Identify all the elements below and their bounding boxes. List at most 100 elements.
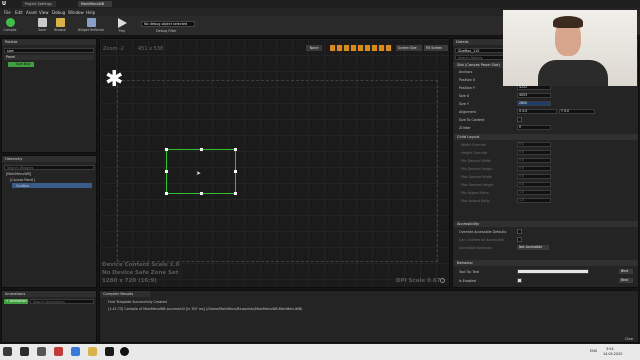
palette-item-size-box[interactable]: Size Box xyxy=(8,62,34,67)
animation-search-input[interactable]: Search Animations xyxy=(30,299,94,304)
size-y-field[interactable]: 2800 xyxy=(517,101,551,106)
details-title: Details xyxy=(456,40,469,44)
menu-help[interactable]: Help xyxy=(86,10,95,15)
resize-handle[interactable] xyxy=(234,170,237,173)
taskbar-lang[interactable]: ENG xyxy=(590,349,597,353)
compiler-results-tab[interactable]: Compiler Results xyxy=(100,291,150,297)
slot-header: Slot (Canvas Panel Slot) xyxy=(457,63,500,67)
menu-edit[interactable]: Edit xyxy=(15,10,23,15)
menu-file[interactable]: File xyxy=(4,10,11,15)
task-view-icon[interactable] xyxy=(20,347,29,356)
behavior-header: Behavior xyxy=(457,261,473,265)
is-enabled-bind-button[interactable]: Bind xyxy=(619,278,633,283)
override-accessible-label: Override Accessible Defaults xyxy=(459,230,507,234)
accessible-behavior-select[interactable]: Not Accessible xyxy=(517,245,549,250)
app-icon[interactable] xyxy=(105,347,114,356)
hierarchy-item-sizebox[interactable]: SizeBox xyxy=(12,183,92,188)
designer-tool-buttons[interactable] xyxy=(330,45,392,51)
hierarchy-panel: Hierarchy Search Widgets [MainMenuWB] [C… xyxy=(1,155,97,288)
max-desired-width-field[interactable]: 0.0 xyxy=(517,174,551,179)
debug-object-select[interactable]: No debug object selected xyxy=(141,21,195,27)
tab-mainmenuwb[interactable]: MainMenuWB xyxy=(78,1,112,7)
alignment-x-field[interactable]: X 0.0 xyxy=(517,109,557,114)
max-desired-height-label: Max Desired Height xyxy=(461,183,494,187)
is-enabled-label: Is Enabled xyxy=(459,279,477,283)
alignment-y-field[interactable]: Y 0.0 xyxy=(559,109,595,114)
fill-screen-select[interactable]: Fill Screen xyxy=(424,45,448,51)
menu-asset[interactable]: Asset xyxy=(26,10,37,15)
is-enabled-checkbox[interactable] xyxy=(517,278,522,283)
fill-screen-label: Fill Screen xyxy=(426,46,443,50)
hierarchy-item-root[interactable]: [MainMenuWB] xyxy=(6,172,31,176)
child-layout-category[interactable]: Child Layout xyxy=(454,134,638,140)
resize-handle[interactable] xyxy=(165,192,168,195)
max-aspect-ratio-field[interactable]: 1.0 xyxy=(517,198,551,203)
resize-handle[interactable] xyxy=(200,148,203,151)
file-explorer-icon[interactable] xyxy=(88,347,97,356)
telegram-icon[interactable] xyxy=(71,347,80,356)
compiler-line-2: [1:41:75] Compile of MainMenuWB successf… xyxy=(108,307,303,311)
person-shoulders xyxy=(538,60,608,86)
zoom-readout: Zoom -2 xyxy=(103,46,124,52)
hierarchy-item-canvas[interactable]: [Canvas Panel] xyxy=(10,178,35,182)
size-to-content-checkbox[interactable] xyxy=(517,117,522,122)
palette-search-input[interactable]: size xyxy=(4,48,94,53)
resize-handle[interactable] xyxy=(165,148,168,151)
add-animation-button[interactable]: + Animation xyxy=(4,299,28,304)
widget-reflector-button[interactable]: Widget Reflector xyxy=(76,17,106,35)
max-desired-height-field[interactable]: 0.0 xyxy=(517,182,551,187)
designer-mode-none[interactable]: None xyxy=(306,45,322,51)
size-x-field[interactable]: 4053 xyxy=(517,93,551,98)
children-accessible-label: Can Children be Accessible xyxy=(459,238,504,242)
max-aspect-ratio-value: 1.0 xyxy=(519,198,525,202)
override-accessible-checkbox[interactable] xyxy=(517,229,522,234)
details-search-placeholder: Search Details xyxy=(458,56,483,60)
position-y-label: Position Y xyxy=(459,86,475,90)
min-desired-height-field[interactable]: 0.0 xyxy=(517,166,551,171)
unreal-taskbar-icon[interactable] xyxy=(120,347,129,356)
tab-project-settings[interactable]: Project Settings xyxy=(22,1,56,7)
size-readout: 451 x 538 xyxy=(138,46,164,52)
dpi-settings-icon[interactable] xyxy=(440,278,445,283)
tab-label: Project Settings xyxy=(25,2,52,6)
start-icon[interactable] xyxy=(3,347,12,356)
calculator-icon[interactable] xyxy=(37,347,46,356)
save-button[interactable]: Save xyxy=(34,17,50,35)
zorder-field[interactable]: 0 xyxy=(517,125,551,130)
child-layout-header: Child Layout xyxy=(457,135,480,139)
taskbar-date[interactable]: 14.04.2020 xyxy=(603,352,622,356)
menu-window[interactable]: Window xyxy=(68,10,84,15)
min-aspect-ratio-label: Min Aspect Ratio xyxy=(461,191,489,195)
animations-panel: Animations + Animation Search Animations xyxy=(1,290,97,343)
hierarchy-search-input[interactable]: Search Widgets xyxy=(4,165,94,170)
width-override-field[interactable]: 0.0 xyxy=(517,142,551,147)
resize-handle[interactable] xyxy=(234,148,237,151)
tooltip-bind-button[interactable]: Bind xyxy=(619,269,633,274)
widget-name-value: SizeBox_115 xyxy=(458,49,480,53)
children-accessible-checkbox[interactable] xyxy=(517,237,522,242)
position-x-label: Position X xyxy=(459,78,476,82)
resize-handle[interactable] xyxy=(234,192,237,195)
palette-item-label: Size Box xyxy=(16,62,31,66)
play-icon xyxy=(117,18,127,28)
resize-handle[interactable] xyxy=(200,192,203,195)
alignment-label: Alignment xyxy=(459,110,476,114)
play-button[interactable]: Play xyxy=(114,17,130,35)
resize-handle[interactable] xyxy=(165,170,168,173)
browse-button[interactable]: Browse xyxy=(52,17,68,35)
webcam-overlay xyxy=(503,10,637,86)
accessibility-category[interactable]: Accessibility xyxy=(454,221,638,227)
height-override-field[interactable]: 0.0 xyxy=(517,150,551,155)
palette-category-panel[interactable]: Panel xyxy=(4,55,94,60)
screen-size-select[interactable]: Screen Size xyxy=(396,45,422,51)
behavior-category[interactable]: Behavior xyxy=(454,260,638,266)
min-desired-width-field[interactable]: 0.0 xyxy=(517,158,551,163)
taskbar-time[interactable]: 3:54 xyxy=(606,347,614,351)
menu-view[interactable]: View xyxy=(39,10,49,15)
clear-button[interactable]: Clear xyxy=(625,337,634,341)
menu-debug[interactable]: Debug xyxy=(52,10,65,15)
tooltip-text-input[interactable] xyxy=(517,269,589,274)
compile-button[interactable]: Compile xyxy=(2,17,18,35)
yandex-icon[interactable] xyxy=(54,347,63,356)
min-aspect-ratio-field[interactable]: 1.0 xyxy=(517,190,551,195)
